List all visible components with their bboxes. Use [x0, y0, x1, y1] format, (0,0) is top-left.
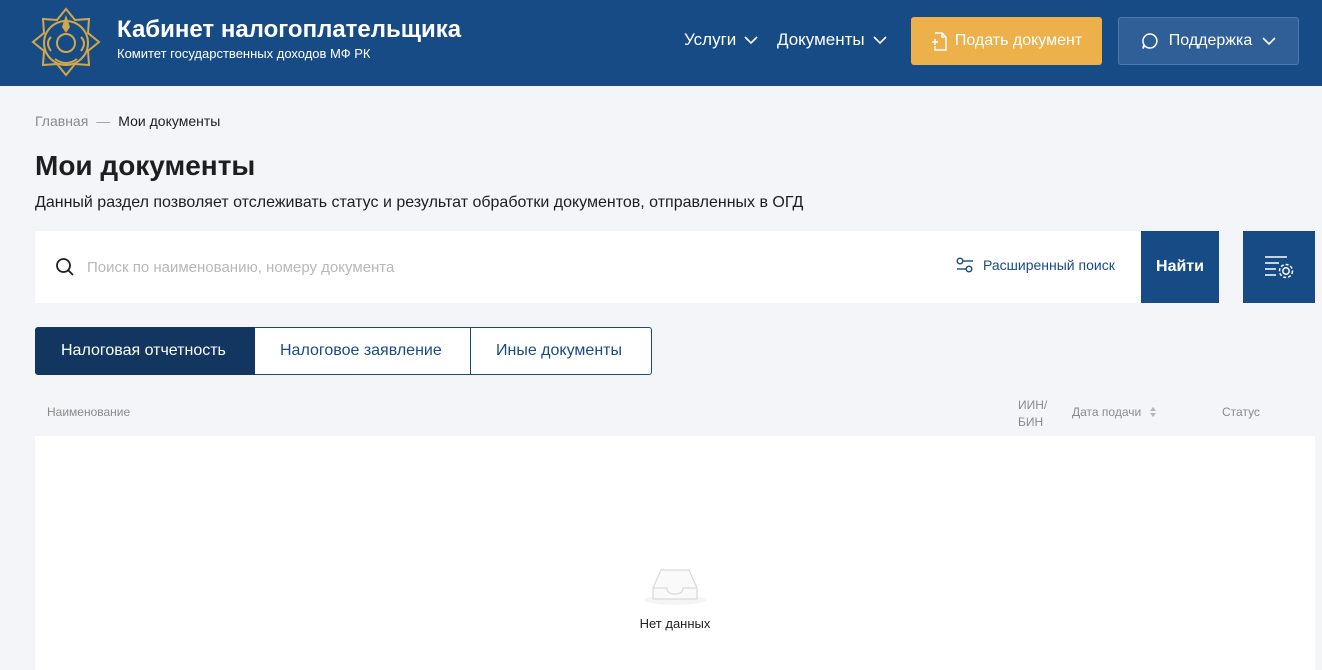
submit-document-label: Подать документ [954, 32, 1083, 49]
empty-state-text: Нет данных [639, 616, 711, 631]
column-header-iin: ИИН/ БИН [1018, 397, 1047, 431]
sort-icon [1150, 407, 1157, 417]
nav-services[interactable]: Услуги [684, 30, 758, 50]
chevron-down-icon [744, 35, 758, 44]
search-bar: Расширенный поиск [35, 231, 1141, 303]
submit-document-button[interactable]: Подать документ [911, 17, 1102, 65]
breadcrumb-home-link[interactable]: Главная [35, 113, 88, 129]
search-icon [56, 258, 74, 276]
column-header-date[interactable]: Дата подачи [1072, 405, 1157, 419]
document-tabs: Налоговая отчетность Налоговое заявление… [35, 327, 652, 375]
nav-documents-label: Документы [777, 30, 865, 49]
breadcrumb-separator: — [96, 113, 111, 129]
empty-inbox-icon [644, 569, 706, 605]
support-label: Поддержка [1168, 32, 1253, 49]
breadcrumb: Главная — Мои документы [35, 113, 220, 129]
documents-table-body: Нет данных [35, 436, 1315, 670]
nav-services-label: Услуги [684, 30, 737, 49]
chat-bubble-icon [1142, 33, 1158, 49]
find-button[interactable]: Найти [1141, 231, 1219, 303]
brand-subtitle: Комитет государственных доходов МФ РК [117, 46, 371, 61]
list-settings-icon [1265, 256, 1294, 279]
page-title: Мои документы [35, 150, 256, 181]
tab-other-documents[interactable]: Иные документы [471, 327, 652, 375]
brand-title: Кабинет налогоплательщика [117, 16, 462, 43]
page-description: Данный раздел позволяет отслеживать стат… [35, 194, 804, 211]
emblem-logo[interactable] [31, 7, 101, 77]
advanced-search-link[interactable]: Расширенный поиск [956, 257, 1115, 273]
tab-tax-reporting[interactable]: Налоговая отчетность [35, 327, 255, 375]
column-header-name: Наименование [47, 405, 131, 419]
search-input[interactable] [87, 253, 787, 281]
column-header-date-label: Дата подачи [1072, 405, 1142, 419]
header: Кабинет налогоплательщика Комитет госуда… [0, 0, 1322, 86]
tab-tax-application[interactable]: Налоговое заявление [255, 327, 471, 375]
advanced-search-label: Расширенный поиск [983, 257, 1115, 273]
list-settings-button[interactable] [1243, 231, 1315, 303]
chevron-down-icon [873, 35, 887, 44]
support-button[interactable]: Поддержка [1118, 17, 1299, 65]
column-header-iin-line2: БИН [1018, 415, 1044, 429]
document-add-icon [931, 31, 947, 51]
chevron-down-icon [1262, 36, 1276, 45]
breadcrumb-current: Мои документы [118, 113, 221, 129]
nav-documents[interactable]: Документы [777, 30, 887, 50]
column-header-iin-line1: ИИН/ [1018, 398, 1048, 412]
filter-sliders-icon [956, 257, 973, 273]
column-header-status: Статус [1222, 405, 1260, 419]
